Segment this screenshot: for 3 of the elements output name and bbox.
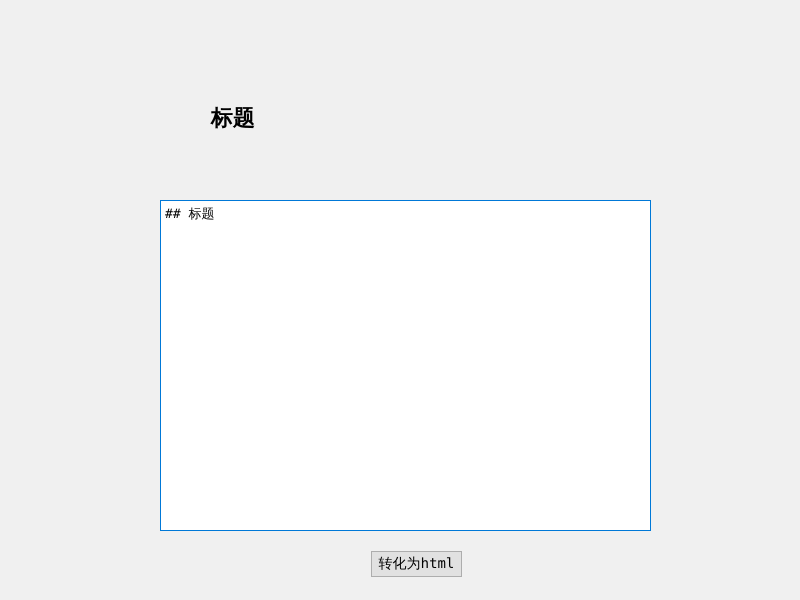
markdown-input-field[interactable]: ## 标题: [160, 200, 651, 531]
heading: 标题: [211, 104, 255, 132]
convert-button[interactable]: 转化为html: [371, 551, 462, 577]
